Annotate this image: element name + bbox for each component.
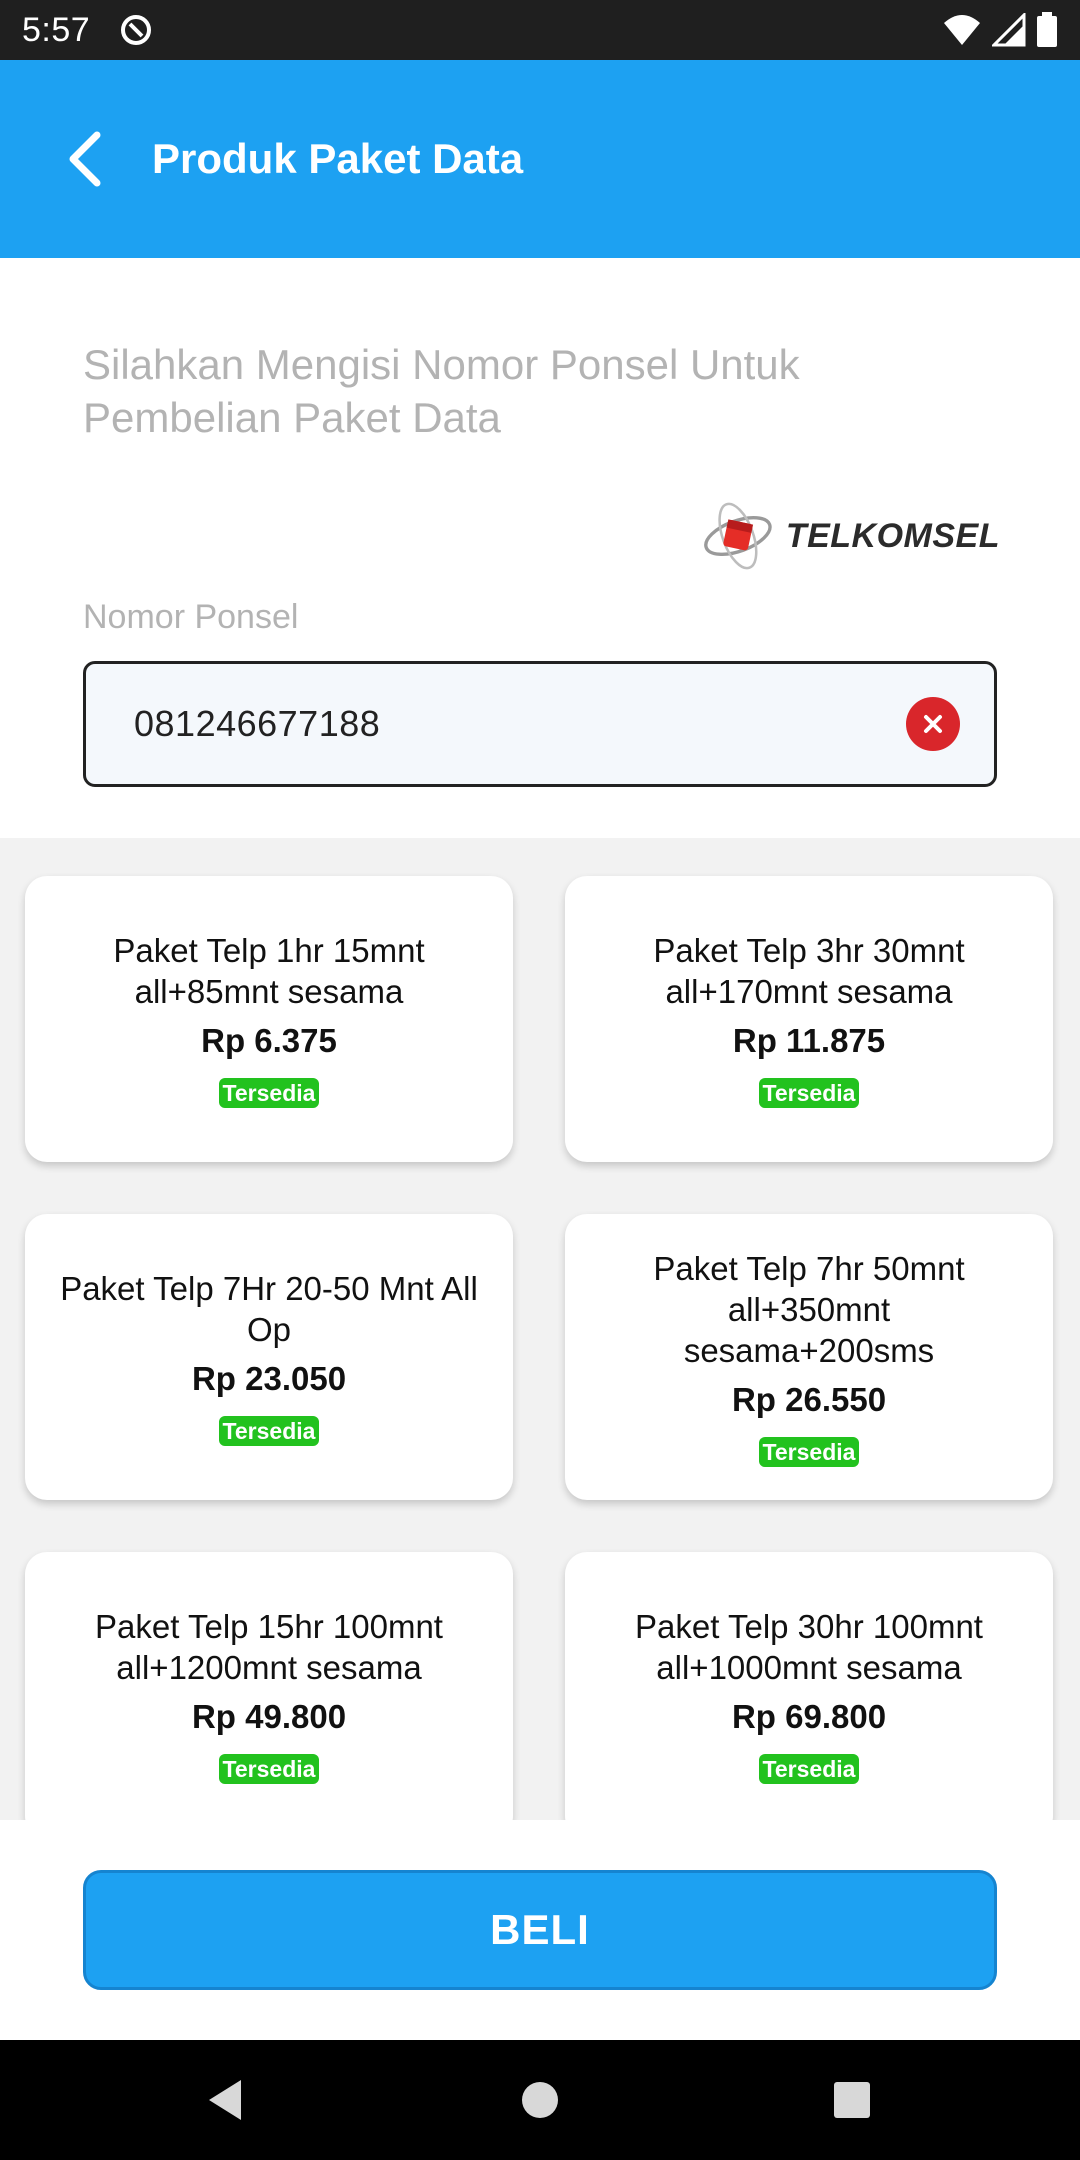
status-time: 5:57 bbox=[22, 10, 91, 49]
phone-form: Silahkan Mengisi Nomor Ponsel Untuk Pemb… bbox=[0, 258, 1080, 838]
system-nav-bar bbox=[0, 2040, 1080, 2160]
package-price: Rp 11.875 bbox=[732, 1022, 886, 1059]
package-card[interactable]: Paket Telp 15hr 100mnt all+1200mnt sesam… bbox=[25, 1552, 513, 1820]
app-notification-icon bbox=[121, 15, 152, 45]
package-price: Rp 6.375 bbox=[201, 1022, 337, 1059]
status-badge: Tersedia bbox=[758, 1436, 860, 1467]
chevron-left-icon bbox=[69, 131, 101, 187]
wifi-icon bbox=[944, 15, 980, 45]
package-grid: Paket Telp 1hr 15mnt all+85mnt sesama Rp… bbox=[0, 838, 1080, 1820]
buy-button[interactable]: BELI bbox=[83, 1870, 997, 1990]
page-title: Produk Paket Data bbox=[152, 135, 524, 182]
app-bar: Produk Paket Data bbox=[0, 60, 1080, 258]
operator-logo: TELKOMSEL bbox=[700, 486, 1000, 586]
triangle-back-icon bbox=[209, 2080, 241, 2120]
status-bar: 5:57 bbox=[0, 0, 1080, 60]
package-card[interactable]: Paket Telp 30hr 100mnt all+1000mnt sesam… bbox=[565, 1552, 1053, 1820]
package-price: Rp 26.550 bbox=[731, 1380, 887, 1418]
nav-recents-button[interactable] bbox=[792, 2040, 912, 2160]
close-icon bbox=[924, 715, 942, 733]
circle-home-icon bbox=[522, 2082, 558, 2118]
status-badge: Tersedia bbox=[758, 1078, 860, 1108]
status-badge: Tersedia bbox=[218, 1754, 320, 1784]
package-price: Rp 49.800 bbox=[191, 1698, 347, 1735]
nav-back-button[interactable] bbox=[165, 2040, 285, 2160]
back-button[interactable] bbox=[30, 104, 140, 214]
package-price: Rp 69.800 bbox=[731, 1698, 887, 1735]
telkomsel-logo-icon bbox=[704, 502, 772, 570]
package-name: Paket Telp 30hr 100mnt all+1000mnt sesam… bbox=[635, 1608, 983, 1686]
bottom-bar: BELI bbox=[0, 1820, 1080, 2040]
status-badge: Tersedia bbox=[758, 1754, 860, 1784]
phone-input[interactable]: 081246677188 bbox=[83, 661, 997, 787]
package-name: Paket Telp 1hr 15mnt all+85mnt sesama bbox=[113, 932, 425, 1010]
phone-label: Nomor Ponsel bbox=[83, 598, 299, 636]
package-card[interactable]: Paket Telp 3hr 30mnt all+170mnt sesama R… bbox=[565, 876, 1053, 1162]
package-name: Paket Telp 3hr 30mnt all+170mnt sesama bbox=[653, 932, 965, 1010]
instruction-text: Silahkan Mengisi Nomor Ponsel Untuk Pemb… bbox=[83, 341, 800, 441]
nav-home-button[interactable] bbox=[480, 2040, 600, 2160]
package-name: Paket Telp 7Hr 20-50 Mnt All Op bbox=[60, 1270, 478, 1348]
package-price: Rp 23.050 bbox=[191, 1360, 347, 1397]
clear-button[interactable] bbox=[906, 697, 960, 751]
status-badge: Tersedia bbox=[218, 1078, 320, 1108]
package-name: Paket Telp 7hr 50mnt all+350mnt sesama+2… bbox=[653, 1249, 965, 1369]
package-card[interactable]: Paket Telp 7Hr 20-50 Mnt All Op Rp 23.05… bbox=[25, 1214, 513, 1500]
square-recents-icon bbox=[834, 2082, 870, 2118]
operator-name: TELKOMSEL bbox=[785, 516, 1000, 555]
battery-icon bbox=[1037, 12, 1057, 47]
phone-input-value: 081246677188 bbox=[134, 703, 381, 744]
package-card[interactable]: Paket Telp 7hr 50mnt all+350mnt sesama+2… bbox=[565, 1214, 1053, 1500]
status-badge: Tersedia bbox=[218, 1416, 320, 1446]
signal-icon bbox=[992, 13, 1026, 47]
package-card[interactable]: Paket Telp 1hr 15mnt all+85mnt sesama Rp… bbox=[25, 876, 513, 1162]
package-name: Paket Telp 15hr 100mnt all+1200mnt sesam… bbox=[95, 1608, 443, 1686]
